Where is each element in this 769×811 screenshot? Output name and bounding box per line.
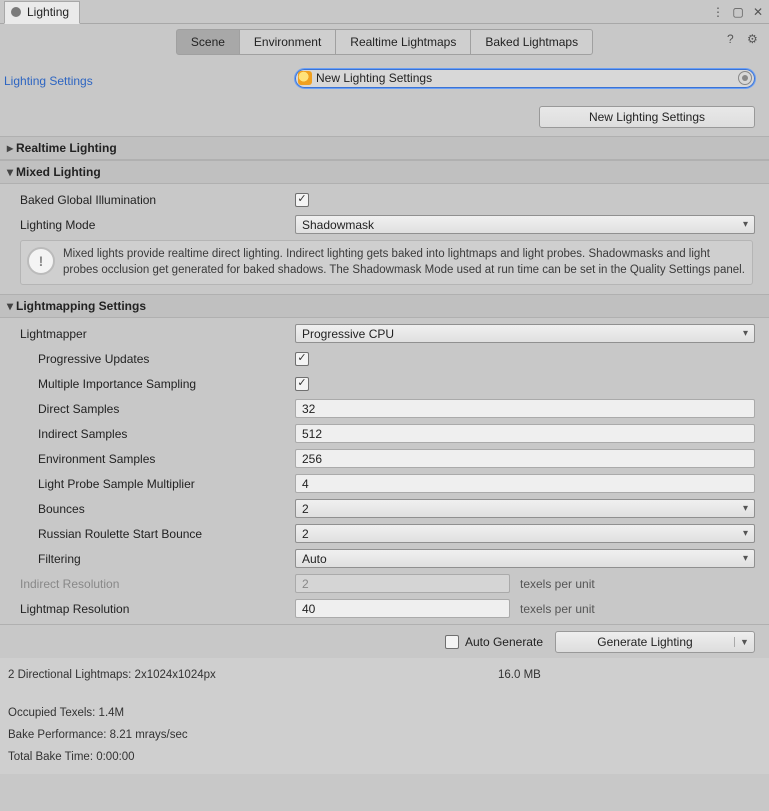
lp-multiplier-input[interactable]: 4 [295, 474, 755, 493]
footer-bar: Auto Generate Generate Lighting ▼ [0, 624, 769, 658]
stats-occupied: Occupied Texels: 1.4M [8, 707, 124, 719]
filtering-label: Filtering [38, 552, 81, 566]
object-picker-icon[interactable] [738, 71, 752, 85]
mixed-lighting-info: ! Mixed lights provide realtime direct l… [20, 240, 753, 285]
texels-suffix: texels per unit [520, 602, 750, 616]
tab-scene[interactable]: Scene [176, 29, 240, 55]
maximize-icon[interactable]: ▢ [731, 5, 745, 19]
bake-stats: 2 Directional Lightmaps: 2x1024x1024px 1… [0, 658, 769, 774]
lightmap-res-label: Lightmap Resolution [20, 602, 129, 616]
filtering-dropdown[interactable]: Auto [295, 549, 755, 568]
window-title: Lighting [27, 5, 69, 19]
baked-gi-checkbox[interactable] [295, 193, 309, 207]
auto-generate-checkbox[interactable] [445, 635, 459, 649]
asset-name: New Lighting Settings [316, 71, 432, 85]
stats-size: 16.0 MB [498, 669, 541, 681]
progressive-updates-checkbox[interactable] [295, 352, 309, 366]
auto-generate-label: Auto Generate [465, 635, 543, 649]
generate-lighting-button[interactable]: Generate Lighting ▼ [555, 631, 755, 653]
lightmapper-dropdown[interactable]: Progressive CPU [295, 324, 755, 343]
foldout-icon [4, 299, 16, 313]
indirect-res-input: 2 [295, 574, 510, 593]
indirect-samples-input[interactable]: 512 [295, 424, 755, 443]
rr-dropdown[interactable]: 2 [295, 524, 755, 543]
progressive-updates-label: Progressive Updates [38, 352, 149, 366]
indirect-res-label: Indirect Resolution [20, 577, 119, 591]
rr-label: Russian Roulette Start Bounce [38, 527, 202, 541]
section-lightmapping-settings[interactable]: Lightmapping Settings [0, 294, 769, 318]
foldout-icon [4, 165, 16, 179]
lp-multiplier-label: Light Probe Sample Multiplier [38, 477, 195, 491]
new-lighting-settings-button[interactable]: New Lighting Settings [539, 106, 755, 128]
tab-environment[interactable]: Environment [239, 29, 336, 55]
kebab-menu-icon[interactable]: ⋮ [711, 5, 725, 19]
baked-gi-label: Baked Global Illumination [20, 193, 156, 207]
bounces-dropdown[interactable]: 2 [295, 499, 755, 518]
section-realtime-lighting[interactable]: Realtime Lighting [0, 136, 769, 160]
lighting-mode-dropdown[interactable]: Shadowmask [295, 215, 755, 234]
panel-tabs: Scene Environment Realtime Lightmaps Bak… [0, 24, 769, 58]
close-icon[interactable]: ✕ [751, 5, 765, 19]
section-mixed-lighting[interactable]: Mixed Lighting [0, 160, 769, 184]
texels-suffix: texels per unit [520, 577, 750, 591]
direct-samples-label: Direct Samples [38, 402, 119, 416]
mis-checkbox[interactable] [295, 377, 309, 391]
tab-baked-lightmaps[interactable]: Baked Lightmaps [470, 29, 593, 55]
stats-lightmaps: 2 Directional Lightmaps: 2x1024x1024px [8, 669, 498, 681]
help-icon[interactable]: ? [727, 32, 741, 46]
mis-label: Multiple Importance Sampling [38, 377, 196, 391]
tab-realtime-lightmaps[interactable]: Realtime Lightmaps [335, 29, 471, 55]
asset-icon [298, 71, 312, 85]
window-titlebar: Lighting ⋮ ▢ ✕ [0, 0, 769, 24]
env-samples-input[interactable]: 256 [295, 449, 755, 468]
info-icon: ! [27, 247, 55, 275]
foldout-icon [4, 141, 16, 155]
env-samples-label: Environment Samples [38, 452, 155, 466]
direct-samples-input[interactable]: 32 [295, 399, 755, 418]
stats-performance: Bake Performance: 8.21 mrays/sec [8, 729, 188, 741]
stats-time: Total Bake Time: 0:00:00 [8, 751, 135, 763]
lighting-mode-label: Lighting Mode [20, 218, 95, 232]
lighting-settings-asset-field[interactable]: New Lighting Settings [295, 69, 755, 88]
indirect-samples-label: Indirect Samples [38, 427, 127, 441]
lightbulb-icon [11, 7, 21, 17]
gear-icon[interactable]: ⚙ [747, 32, 761, 46]
window-tab-lighting[interactable]: Lighting [4, 1, 80, 24]
lighting-settings-link[interactable]: Lighting Settings [2, 62, 295, 94]
lightmapper-label: Lightmapper [20, 327, 87, 341]
bounces-label: Bounces [38, 502, 85, 516]
dropdown-arrow-icon[interactable]: ▼ [734, 637, 754, 647]
lightmap-res-input[interactable]: 40 [295, 599, 510, 618]
